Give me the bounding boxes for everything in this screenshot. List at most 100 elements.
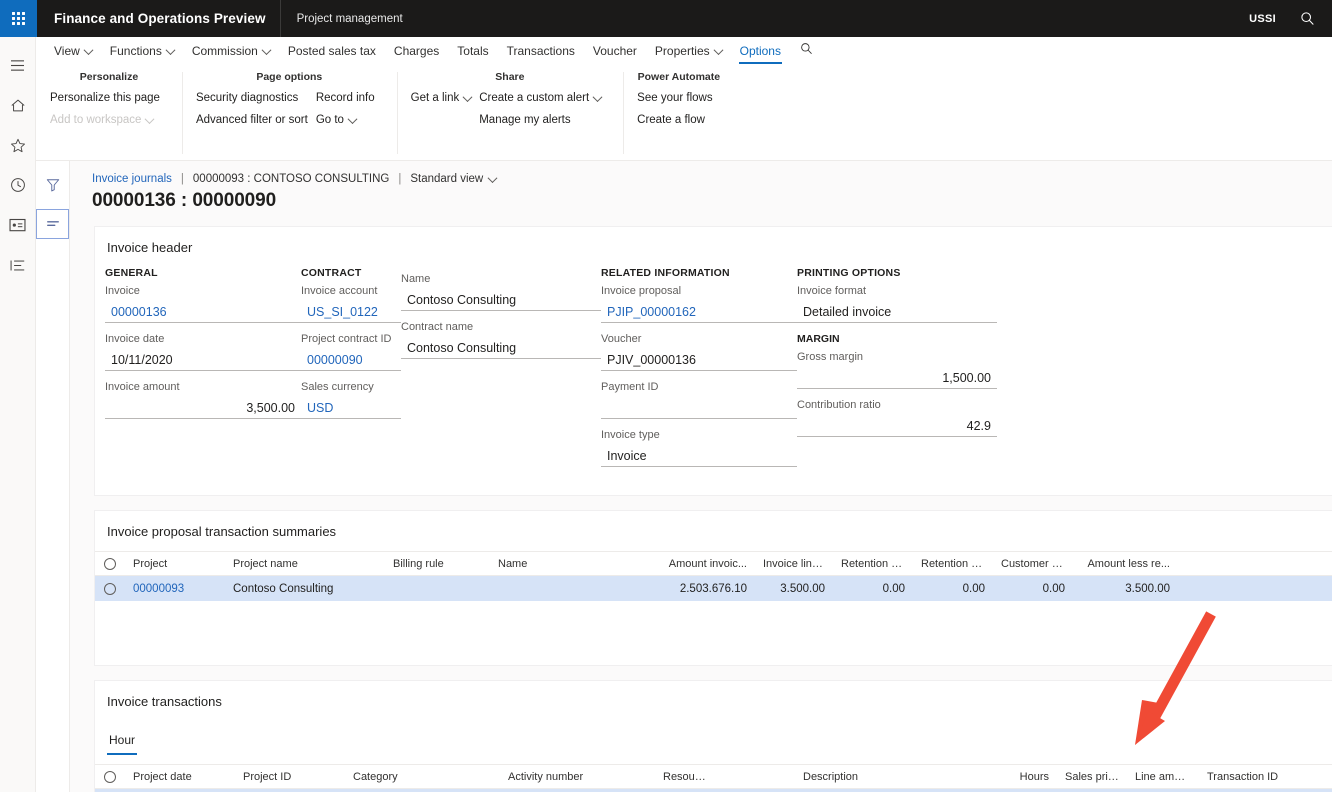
form-group-title: CONTRACT <box>301 267 362 279</box>
search-icon[interactable] <box>1290 0 1324 37</box>
column-header[interactable]: Name <box>490 558 640 570</box>
breadcrumb-link-invoice-journals[interactable]: Invoice journals <box>92 173 172 185</box>
select-all-radio[interactable] <box>104 557 116 570</box>
column-header[interactable]: Transaction ID <box>1199 771 1309 783</box>
ribbon-item-see-your-flows[interactable]: See your flows <box>637 90 720 107</box>
ribbon-item-get-a-link[interactable]: Get a link <box>411 90 480 107</box>
form-group-title: GENERAL <box>105 267 158 279</box>
invoice-header-fields: GENERAL Invoice 00000136 Invoice date 10/11/… <box>95 267 1332 495</box>
ribbon-item-create-a-custom-alert[interactable]: Create a custom alert <box>479 90 609 107</box>
column-header[interactable]: Amount invoic... <box>640 558 755 570</box>
ribbon-tab-label: Commission <box>191 44 258 58</box>
column-header[interactable]: Project name <box>225 558 385 570</box>
ribbon-tab-commission[interactable]: Commission <box>183 44 279 64</box>
column-header[interactable]: Hours <box>965 771 1057 783</box>
field-invoice-type: Invoice type Invoice <box>601 429 797 467</box>
field-value[interactable]: Detailed invoice <box>797 301 997 323</box>
ribbon-column: Personalize this page Add to workspace <box>50 90 168 134</box>
app-title: Finance and Operations Preview <box>54 11 266 26</box>
ribbon-search-icon[interactable] <box>790 42 823 64</box>
action-pane-groups: Personalize Personalize this page Add to w… <box>36 64 1332 160</box>
filter-icon[interactable] <box>36 170 69 200</box>
list-icon[interactable] <box>0 245 36 285</box>
column-header[interactable]: Resource <box>655 771 715 783</box>
column-header[interactable]: Activity number <box>500 771 655 783</box>
ribbon-item-create-a-flow[interactable]: Create a flow <box>637 112 720 129</box>
field-value[interactable]: Invoice <box>601 445 797 467</box>
home-icon[interactable] <box>0 85 36 125</box>
column-header[interactable]: Description <box>795 771 965 783</box>
ribbon-tab-view[interactable]: View <box>45 44 101 64</box>
ribbon-tab-options[interactable]: Options <box>731 44 790 64</box>
field-label: Invoice format <box>797 285 867 297</box>
column-header[interactable]: Invoice line am... <box>755 558 833 570</box>
ribbon-tab-charges[interactable]: Charges <box>385 44 448 64</box>
ribbon-tab-totals[interactable]: Totals <box>448 44 497 64</box>
field-value[interactable]: Contoso Consulting <box>401 289 601 311</box>
field-value[interactable]: 10/11/2020 <box>105 349 301 371</box>
column-header[interactable]: Line amount <box>1127 771 1199 783</box>
ribbon-column: Get a link <box>411 90 480 134</box>
field-value[interactable]: 00000136 <box>105 301 301 323</box>
field-value[interactable]: PJIP_00000162 <box>601 301 797 323</box>
column-header[interactable]: Category <box>345 771 500 783</box>
row-select-radio[interactable] <box>104 582 116 595</box>
column-header[interactable]: Amount less re... <box>1073 558 1178 570</box>
ribbon-item-advanced-filter-or-sort[interactable]: Advanced filter or sort <box>196 112 316 129</box>
ribbon-item-security-diagnostics[interactable]: Security diagnostics <box>196 90 316 107</box>
workspace-icon[interactable] <box>0 205 36 245</box>
select-all-radio[interactable] <box>104 770 116 783</box>
row-select-cell[interactable] <box>95 582 125 595</box>
chevron-down-icon <box>144 114 155 125</box>
ribbon-group-personalize: Personalize Personalize this page Add to w… <box>36 68 182 160</box>
column-header[interactable]: Project <box>125 558 225 570</box>
column-header[interactable]: Retention perc... <box>913 558 993 570</box>
column-header[interactable]: Customer retai... <box>993 558 1073 570</box>
column-header[interactable]: Project ID <box>235 771 345 783</box>
field-value[interactable] <box>601 397 797 419</box>
table-row[interactable]: 00000093 Contoso Consulting 2.503.676.10 3.… <box>95 576 1332 601</box>
ribbon-tab-posted-sales-tax[interactable]: Posted sales tax <box>279 44 385 64</box>
ribbon-tab-label: Properties <box>654 44 710 58</box>
star-icon[interactable] <box>0 125 36 165</box>
field-value[interactable]: USD <box>301 397 401 419</box>
chevron-down-icon <box>165 44 176 55</box>
company-selector[interactable]: USSI <box>1235 13 1290 25</box>
transactions-tabstrip: Hour <box>95 721 1332 755</box>
table-cell[interactable]: 00000093 <box>125 583 225 595</box>
ribbon-tab-functions[interactable]: Functions <box>101 44 183 64</box>
clock-icon[interactable] <box>0 165 36 205</box>
column-header[interactable]: Retention rele... <box>833 558 913 570</box>
field-value[interactable]: 3,500.00 <box>105 397 301 419</box>
field-value[interactable]: US_SI_0122 <box>301 301 401 323</box>
module-name[interactable]: Project management <box>281 13 419 25</box>
ribbon-item-add-to-workspace: Add to workspace <box>50 112 168 129</box>
column-header[interactable]: Project date <box>125 771 235 783</box>
field-value[interactable]: Contoso Consulting <box>401 337 601 359</box>
tab-hour[interactable]: Hour <box>107 733 138 755</box>
ribbon-tab-voucher[interactable]: Voucher <box>584 44 646 64</box>
field-value[interactable]: 1,500.00 <box>797 367 997 389</box>
field-value[interactable]: 42.9 <box>797 415 997 437</box>
lines-icon[interactable] <box>36 209 69 239</box>
invoice-transactions-grid: Project date Project ID Category Activity n… <box>95 764 1332 792</box>
table-cell: 0.00 <box>882 582 905 595</box>
ribbon-tab-properties[interactable]: Properties <box>646 44 731 64</box>
ribbon-item-label: Create a custom alert <box>479 92 590 104</box>
ribbon-item-personalize-this-page[interactable]: Personalize this page <box>50 90 168 107</box>
field-value[interactable]: PJIV_00000136 <box>601 349 797 371</box>
select-all-cell[interactable] <box>95 770 125 783</box>
ribbon-item-label: Security diagnostics <box>195 92 299 104</box>
view-selector[interactable]: Standard view <box>410 172 498 185</box>
column-header[interactable]: Billing rule <box>385 558 490 570</box>
ribbon-item-record-info[interactable]: Record info <box>316 90 383 107</box>
ribbon-item-label: Manage my alerts <box>479 114 571 126</box>
ribbon-item-go-to[interactable]: Go to <box>316 112 383 129</box>
ribbon-tab-transactions[interactable]: Transactions <box>498 44 584 64</box>
column-header[interactable]: Sales price <box>1057 771 1127 783</box>
waffle-icon[interactable] <box>0 0 37 37</box>
field-value[interactable]: 00000090 <box>301 349 401 371</box>
hamburger-icon[interactable] <box>0 45 36 85</box>
ribbon-item-manage-my-alerts[interactable]: Manage my alerts <box>479 112 609 129</box>
select-all-cell[interactable] <box>95 557 125 570</box>
